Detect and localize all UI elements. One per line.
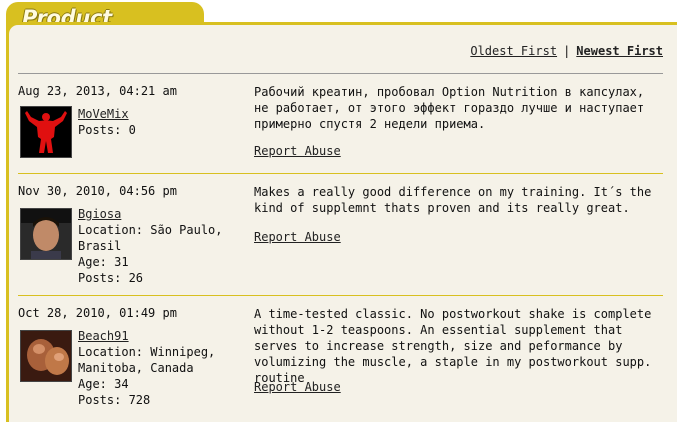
- user-age: Age: 31: [78, 255, 129, 269]
- sort-oldest-link[interactable]: Oldest First: [470, 44, 557, 58]
- review-text: A time-tested classic. No postworkout sh…: [254, 307, 652, 385]
- user-location: Location: São Paulo,: [78, 223, 223, 237]
- user-info: Bgiosa Location: São Paulo, Brasil Age: …: [78, 206, 223, 286]
- user-location: Location: Winnipeg,: [78, 345, 216, 359]
- user-detail: Posts: 0: [78, 123, 136, 137]
- user-info: MoVeMix Posts: 0: [78, 106, 136, 138]
- user-posts: Posts: 728: [78, 393, 151, 407]
- username-link[interactable]: Beach91: [78, 329, 129, 343]
- review-date: Oct 28, 2010, 01:49 pm: [18, 306, 177, 320]
- user-posts: Posts: 26: [78, 271, 144, 285]
- review-text: Makes a really good difference on my tra…: [254, 185, 652, 215]
- review-item: Nov 30, 2010, 04:56 pm Bgiosa Location: …: [18, 184, 663, 296]
- report-abuse-link[interactable]: Report Abuse: [254, 144, 341, 158]
- user-info: Beach91 Location: Winnipeg, Manitoba, Ca…: [78, 328, 215, 408]
- review-date: Aug 23, 2013, 04:21 am: [18, 84, 177, 98]
- username-link[interactable]: Bgiosa: [78, 207, 121, 221]
- divider: [18, 73, 663, 74]
- user-avatar[interactable]: [20, 106, 72, 158]
- user-photo-icon: [21, 209, 71, 259]
- user-age: Age: 34: [78, 377, 129, 391]
- review-item: Aug 23, 2013, 04:21 am MoVeMix Posts: 0 …: [18, 84, 663, 174]
- divider: [18, 295, 663, 296]
- sort-newest-link[interactable]: Newest First: [576, 44, 663, 58]
- user-avatar[interactable]: [20, 330, 72, 382]
- review-date: Nov 30, 2010, 04:56 pm: [18, 184, 177, 198]
- review-item: Oct 28, 2010, 01:49 pm Beach91 Location:…: [18, 306, 663, 418]
- sort-controls: Oldest First | Newest First: [470, 44, 663, 58]
- user-location: Manitoba, Canada: [78, 361, 194, 375]
- review-text: Рабочий креатин, пробовал Option Nutriti…: [254, 85, 645, 131]
- report-abuse-link[interactable]: Report Abuse: [254, 230, 341, 244]
- sort-separator: |: [563, 44, 571, 58]
- username-link[interactable]: MoVeMix: [78, 107, 129, 121]
- user-photo-icon: [21, 331, 71, 381]
- report-abuse-link[interactable]: Report Abuse: [254, 380, 341, 394]
- user-avatar[interactable]: [20, 208, 72, 260]
- bodybuilder-icon: [21, 107, 71, 157]
- divider: [18, 173, 663, 174]
- user-location: Brasil: [78, 239, 122, 253]
